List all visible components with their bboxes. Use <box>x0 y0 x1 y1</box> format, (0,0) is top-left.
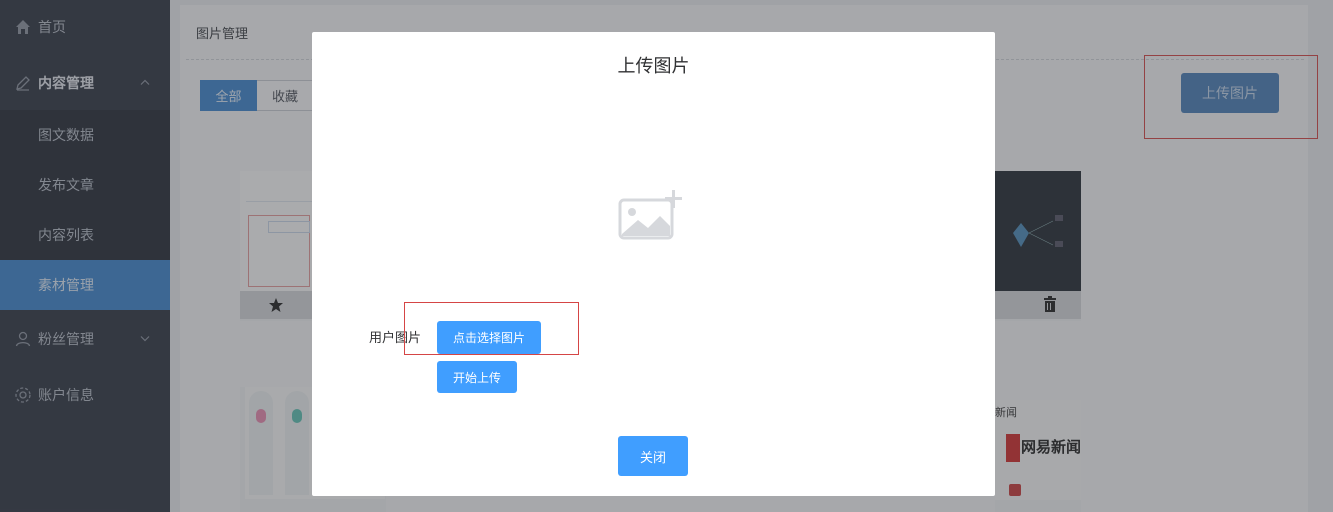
close-button[interactable]: 关闭 <box>618 436 688 476</box>
start-upload-button[interactable]: 开始上传 <box>437 361 517 393</box>
upload-dialog: 上传图片 用户图片 点击选择图片 开始上传 关闭 <box>312 32 995 496</box>
highlight-box-select <box>404 302 579 355</box>
dialog-title: 上传图片 <box>617 56 690 77</box>
image-placeholder-icon <box>618 190 682 240</box>
